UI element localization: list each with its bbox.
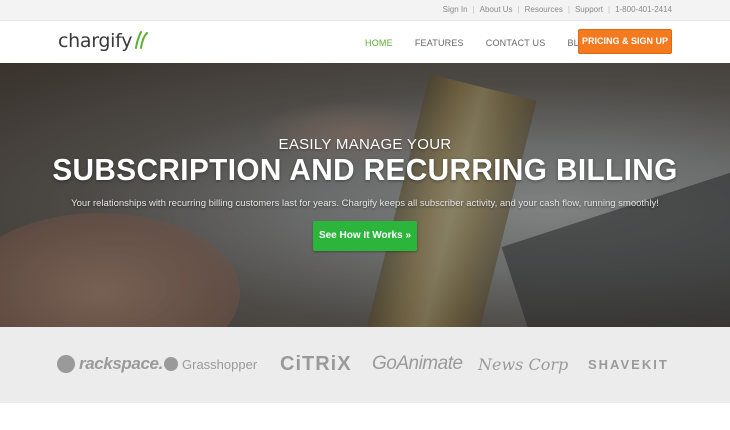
client-name: SHAVEKIT	[588, 356, 669, 372]
client-name: GoAnimate	[372, 353, 463, 374]
utility-bar: Sign In | About Us | Resources | Support…	[0, 0, 730, 21]
client-name: CiTRiX	[280, 352, 352, 375]
utility-links: Sign In | About Us | Resources | Support…	[443, 5, 672, 14]
site-header: chargify HOME FEATURES CONTACT US BLOG P…	[0, 21, 730, 63]
client-logos: rackspace. Grasshopper CiTRiX GoAnimate …	[0, 327, 730, 403]
goanimate-logo: GoAnimate	[372, 349, 463, 379]
client-name: News Corp	[478, 354, 569, 374]
chargify-logo[interactable]: chargify	[58, 30, 149, 52]
hero-subtitle: Your relationships with recurring billin…	[71, 198, 659, 209]
hero-section: EASILY MANAGE YOUR SUBSCRIPTION AND RECU…	[0, 63, 730, 327]
citrix-logo: CiTRiX	[280, 349, 352, 379]
support-link[interactable]: Support	[575, 5, 603, 14]
hero-title: SUBSCRIPTION AND RECURRING BILLING	[52, 152, 678, 187]
divider: |	[517, 5, 520, 14]
rackspace-logo: rackspace.	[57, 349, 163, 379]
see-how-it-works-button[interactable]: See How It Works »	[313, 221, 417, 251]
rackspace-icon	[57, 355, 75, 373]
hero-overlay	[0, 63, 730, 327]
client-name: Grasshopper	[182, 356, 258, 372]
shavekit-logo: SHAVEKIT	[588, 349, 669, 379]
page-bottom-spacer	[0, 403, 730, 430]
logo-wordmark: chargify	[58, 30, 133, 52]
about-us-link[interactable]: About Us	[480, 5, 513, 14]
logo-leaf-icon	[135, 31, 149, 49]
client-name: rackspace.	[79, 354, 163, 373]
nav-contact-us[interactable]: CONTACT US	[486, 38, 546, 48]
hero-eyebrow: EASILY MANAGE YOUR	[278, 136, 452, 153]
sign-in-link[interactable]: Sign In	[443, 5, 468, 14]
divider: |	[567, 5, 570, 14]
divider: |	[472, 5, 475, 14]
divider: |	[607, 5, 611, 14]
pricing-signup-button[interactable]: PRICING & SIGN UP	[578, 29, 672, 54]
phone-number: 1-800-401-2414	[615, 5, 672, 14]
grasshopper-icon	[164, 357, 178, 371]
news-corp-logo: News Corp	[478, 349, 568, 379]
nav-features[interactable]: FEATURES	[415, 38, 464, 48]
resources-link[interactable]: Resources	[525, 5, 563, 14]
grasshopper-logo: Grasshopper	[164, 349, 257, 379]
nav-home[interactable]: HOME	[365, 38, 393, 48]
